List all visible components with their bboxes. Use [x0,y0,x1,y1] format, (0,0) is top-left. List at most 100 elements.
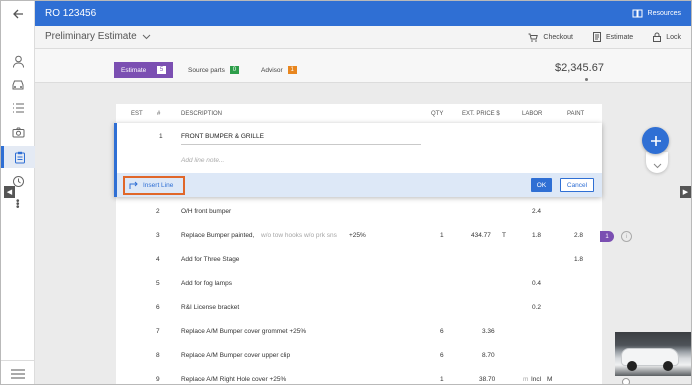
list-icon [12,103,24,113]
col-est: EST [131,111,143,117]
repair-order-title: RO 123456 [45,8,97,19]
tab-source-parts[interactable]: Source parts 0 [181,62,246,78]
line-note-input[interactable]: Add line note... [181,157,224,164]
col-description: DESCRIPTION [181,111,223,117]
table-row[interactable]: 8 Replace A/M Bumper cover upper clip 6 … [116,344,602,368]
tab-advisor-label: Advisor [261,66,283,74]
resources-label: Resources [647,10,681,17]
hamburger-menu-icon [11,369,25,378]
back-button[interactable] [1,1,35,26]
car-icon [12,80,24,90]
sub-header: Preliminary Estimate Checkout Estimate L… [35,26,691,49]
row-labor: 0.2 [532,304,542,311]
row-qty: 6 [440,328,444,335]
tab-advisor[interactable]: Advisor 1 [254,62,304,78]
row-price: 3.36 [482,328,495,335]
row-description: Replace A/M Bumper cover grommet +25% [181,328,307,335]
ok-button[interactable]: OK [531,178,552,192]
rail-vehicle[interactable] [1,74,35,96]
table-row[interactable]: 5 Add for fog lamps 0.4 [116,272,602,296]
resources-button[interactable]: Resources [632,9,681,18]
row-num: 2 [156,208,160,215]
row-num: 8 [156,352,160,359]
line-count-badge[interactable]: 1 [600,231,614,242]
description-underline [181,144,421,145]
clipboard-icon [14,151,25,163]
info-icon[interactable]: i [621,231,632,242]
row-qty: 1 [440,232,444,239]
collapse-button[interactable] [646,152,668,173]
more-vertical-icon[interactable]: • • • [16,197,20,213]
estimate-button[interactable]: Estimate [592,32,634,42]
row-labor-prefix: m [523,376,529,383]
edit-line-description[interactable]: FRONT BUMPER & GRILLE [181,133,264,140]
table-row[interactable]: 7 Replace A/M Bumper cover grommet +25% … [116,320,602,344]
row-description: Replace Bumper painted, [181,232,255,239]
rail-customer[interactable] [1,50,35,72]
row-description: O/H front bumper [181,208,232,215]
chevron-down-icon [142,34,151,39]
tab-source-parts-label: Source parts [188,66,225,74]
lock-button[interactable]: Lock [653,32,681,42]
camera-icon [12,127,24,137]
row-description: Replace A/M Bumper cover upper clip [181,352,291,359]
row-price: 38.70 [479,376,496,383]
edit-line-number: 1 [159,133,163,140]
vehicle-photo-thumbnail[interactable] [615,332,691,376]
row-qty: 1 [440,376,444,383]
rail-list[interactable] [1,97,35,119]
document-icon [592,32,601,42]
view-selector[interactable]: Preliminary Estimate [45,31,151,42]
estimate-total: $2,345.67 [555,62,604,74]
lock-label: Lock [666,33,681,41]
thumbnail-indicator[interactable] [622,378,630,384]
table-row[interactable]: 2 O/H front bumper 2.4 [116,200,602,224]
cancel-button[interactable]: Cancel [560,178,594,192]
vehicle-wheel [627,361,637,371]
row-num: 3 [156,232,160,239]
table-row[interactable]: 3 Replace Bumper painted, w/o tow hooks … [116,224,602,248]
table-row[interactable]: 4 Add for Three Stage 1.8 [116,248,602,272]
row-description: R&I License bracket [181,304,240,311]
book-icon [632,9,643,18]
row-labor-flag: M [547,376,553,383]
left-expand-arrow[interactable]: ◀ [4,186,15,198]
table-row[interactable]: 9 Replace A/M Right Hole cover +25% 1 38… [116,368,602,384]
tab-advisor-count: 1 [287,66,297,74]
row-num: 7 [156,328,160,335]
row-paint: 1.8 [574,256,584,263]
menu-button[interactable] [1,360,35,384]
insert-line-label: Insert Line [143,182,174,189]
row-description: Add for fog lamps [181,280,232,287]
vehicle-wheel [663,361,673,371]
tab-estimate-label: Estimate [121,66,147,74]
plus-icon [650,135,661,146]
col-num: # [157,111,161,117]
tab-estimate[interactable]: Estimate 5 [114,62,173,78]
insert-line-button[interactable]: Insert Line [123,176,185,195]
rail-photos[interactable] [1,121,35,143]
cart-icon [528,33,539,42]
right-expand-arrow[interactable]: ▶ [680,186,691,198]
col-qty: QTY [431,111,444,117]
person-icon [12,55,24,68]
row-num: 6 [156,304,160,311]
tab-source-parts-count: 0 [229,66,239,74]
col-labor: LABOR [522,111,543,117]
arrow-left-icon [13,9,23,18]
chevron-down-icon [653,163,661,168]
tab-estimate-count: 5 [157,66,166,74]
row-description-suffix: +25% [349,232,366,239]
row-description-options: w/o tow hooks w/o prk sns [261,232,337,239]
row-labor: Incl [531,376,542,383]
row-labor: 2.4 [532,208,542,215]
rail-estimate[interactable] [1,146,35,168]
table-row[interactable]: 6 R&I License bracket 0.2 [116,296,602,320]
row-labor: 1.8 [532,232,542,239]
add-line-button[interactable] [642,127,669,154]
col-paint: PAINT [567,111,585,117]
estimate-action-label: Estimate [605,33,634,41]
checkout-button[interactable]: Checkout [528,32,573,42]
row-price: 434.77 [471,232,491,239]
tab-bar: Estimate 5 Source parts 0 Advisor 1 $2,3… [35,49,691,83]
